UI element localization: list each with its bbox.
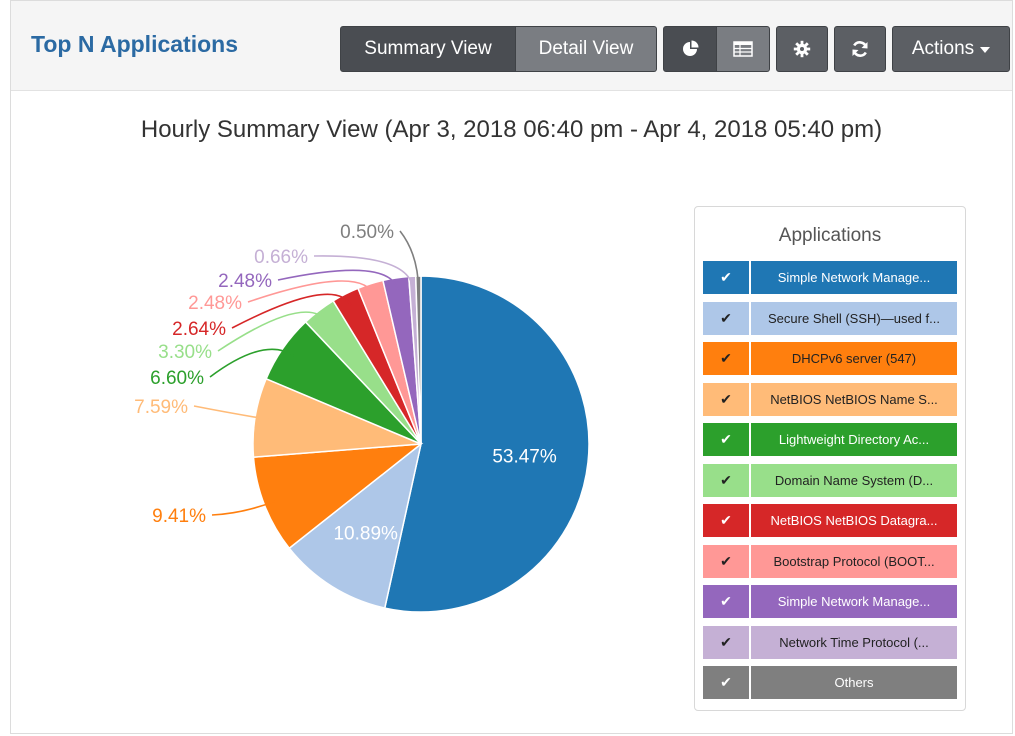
pie-slice-label-3: 7.59%	[134, 397, 188, 418]
pie-slice-label-1: 10.89%	[333, 523, 398, 544]
pie-slice-label-8: 2.48%	[218, 271, 272, 292]
pie-slice-label-10: 0.50%	[340, 222, 394, 243]
pie-chart: 53.47% 10.89% 9.41% 7.59% 6.60% 3.30%2.64% 2.4…	[134, 222, 590, 613]
pie-slice-label-6: 2.64%	[172, 319, 226, 340]
pie-slice-label-0: 53.47%	[492, 446, 557, 467]
pie-slice-label-9: 0.66%	[254, 247, 308, 268]
pie-slice-label-2: 9.41%	[152, 506, 206, 527]
pie-slice-label-5: 3.30%	[158, 342, 212, 363]
pie-slice-label-4: 6.60%	[150, 368, 204, 389]
pie-slice-label-7: 2.48%	[188, 293, 242, 314]
